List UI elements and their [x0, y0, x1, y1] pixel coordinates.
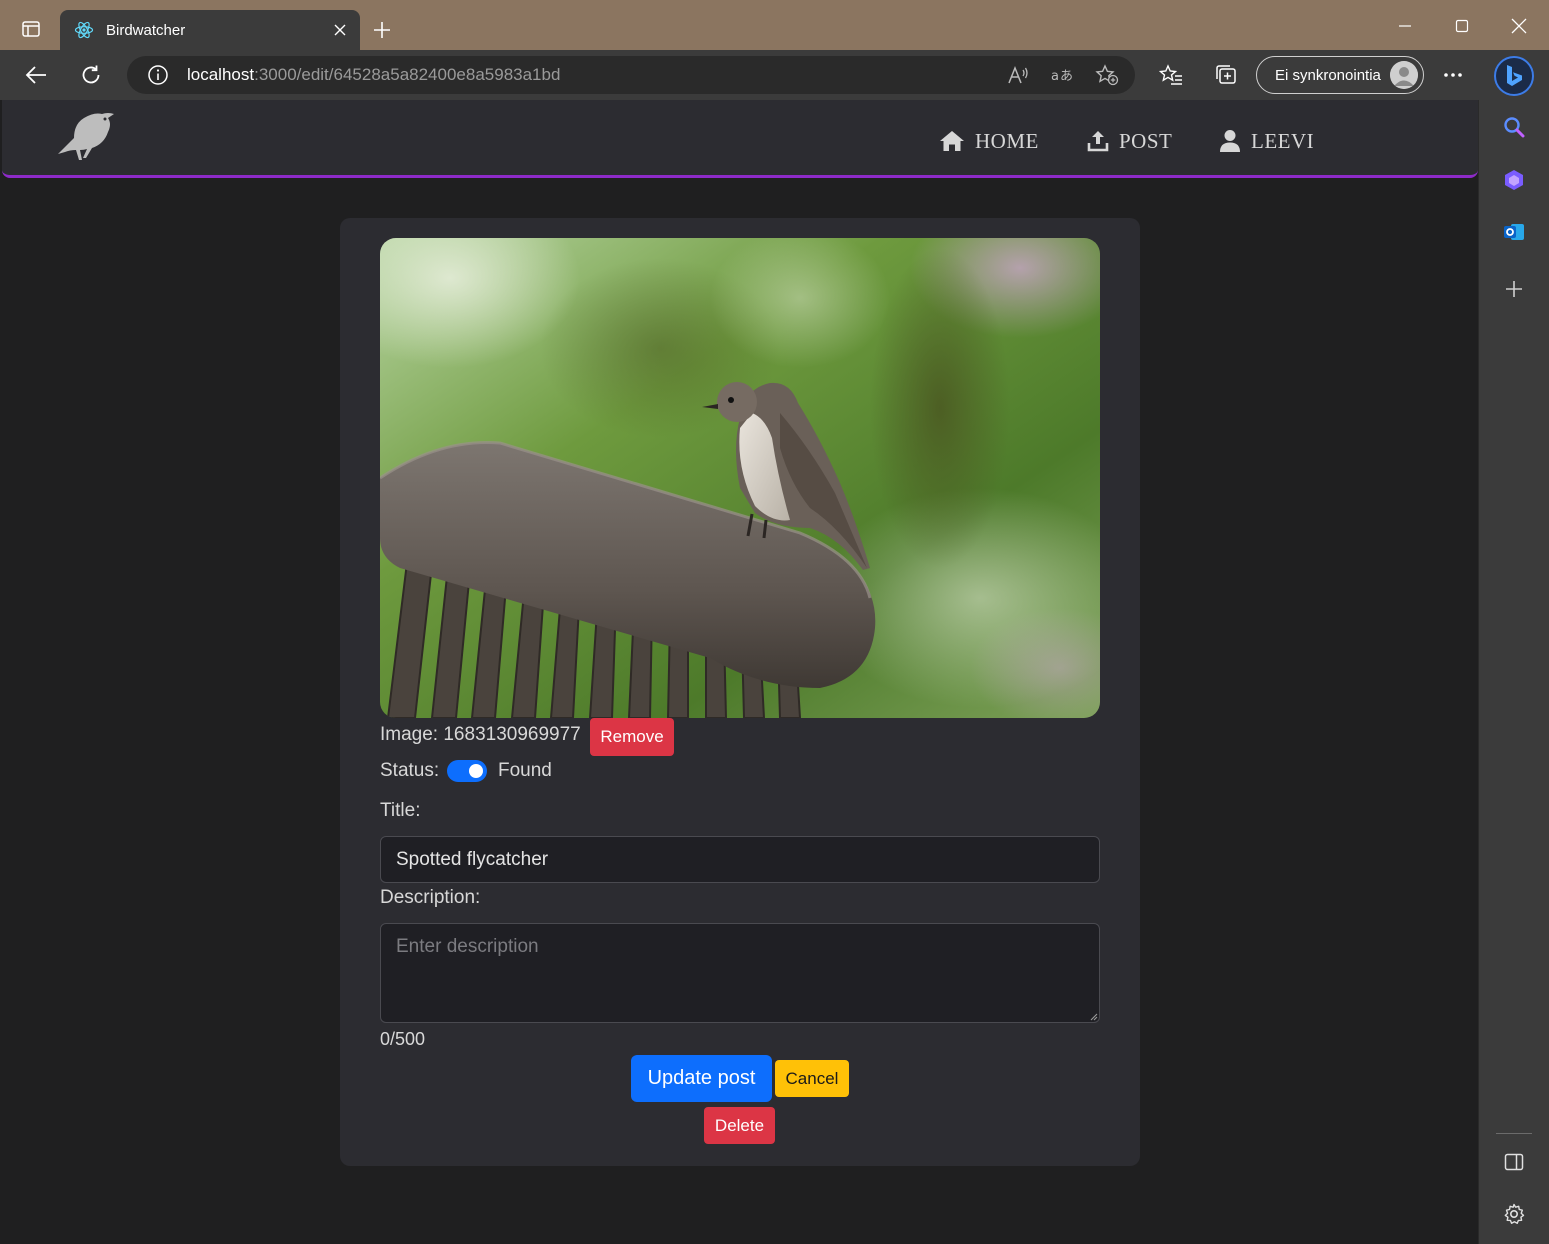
- plus-icon: [1506, 281, 1522, 297]
- sidebar-panel-icon: [1504, 1153, 1524, 1171]
- cancel-button[interactable]: Cancel: [775, 1060, 849, 1097]
- bird-logo-icon[interactable]: [50, 108, 116, 164]
- sidebar-settings-button[interactable]: [1500, 1200, 1528, 1228]
- status-toggle[interactable]: [447, 760, 487, 782]
- new-tab-button[interactable]: [368, 16, 396, 44]
- reload-icon: [82, 65, 100, 84]
- close-icon: [334, 24, 346, 36]
- sidebar-copilot-button[interactable]: [1500, 166, 1528, 194]
- collections-icon: [1216, 65, 1236, 84]
- browser-titlebar: Birdwatcher: [0, 0, 1549, 50]
- profile-avatar-icon: [1390, 61, 1418, 89]
- status-label: Status:: [380, 760, 440, 781]
- tab-actions-button[interactable]: [8, 11, 54, 47]
- app-navbar: HOME POST LEEVI: [2, 100, 1478, 178]
- sidebar-search-button[interactable]: [1500, 113, 1528, 141]
- bird-photo: [380, 238, 1100, 718]
- browser-tab[interactable]: Birdwatcher: [60, 10, 360, 50]
- tab-title: Birdwatcher: [106, 21, 186, 39]
- delete-button[interactable]: Delete: [704, 1107, 775, 1144]
- reload-button[interactable]: [74, 58, 108, 92]
- more-dots-icon: [1444, 73, 1462, 77]
- remove-image-button[interactable]: Remove: [590, 718, 674, 756]
- add-favorite-button[interactable]: [1095, 64, 1119, 86]
- maximize-icon: [1455, 19, 1469, 33]
- resize-handle-icon[interactable]: [1088, 1011, 1098, 1021]
- more-button[interactable]: [1436, 58, 1470, 92]
- nav-home-link[interactable]: HOME: [939, 124, 1039, 158]
- sidebar-divider: [1496, 1133, 1532, 1134]
- char-counter: 0/500: [380, 1029, 426, 1049]
- bing-chat-button[interactable]: [1494, 56, 1534, 96]
- title-label: Title:: [380, 800, 421, 821]
- sidebar-add-button[interactable]: [1500, 275, 1528, 303]
- outlook-icon: [1504, 224, 1524, 240]
- react-icon: [74, 21, 94, 39]
- tab-close-button[interactable]: [330, 20, 350, 40]
- address-bar[interactable]: localhost:3000/edit/64528a5a82400e8a5983…: [127, 56, 1135, 94]
- translate-button[interactable]: aあ: [1050, 64, 1074, 86]
- home-icon: [940, 131, 964, 151]
- back-arrow-icon: [25, 66, 46, 84]
- nav-user-label: LEEVI: [1251, 128, 1315, 153]
- minimize-icon: [1399, 25, 1411, 27]
- user-icon: [1220, 130, 1240, 152]
- back-button[interactable]: [19, 58, 53, 92]
- copilot-icon: [1505, 170, 1523, 190]
- gear-icon: [1504, 1203, 1525, 1224]
- nav-home-label: HOME: [975, 128, 1039, 153]
- svg-text:あ: あ: [1060, 69, 1073, 84]
- collections-button[interactable]: [1209, 58, 1243, 92]
- page-content: HOME POST LEEVI Image: 1683130969977 Rem…: [0, 100, 1478, 1244]
- sidebar-toggle-button[interactable]: [1500, 1148, 1528, 1176]
- close-icon: [1511, 18, 1527, 34]
- favorites-list-icon: [1159, 64, 1182, 85]
- sync-status-label: Ei synkronointia: [1275, 66, 1381, 84]
- bing-icon: [1507, 65, 1522, 86]
- svg-text:a: a: [1051, 69, 1059, 84]
- image-filename-label: Image: 1683130969977: [380, 724, 581, 745]
- nav-post-link[interactable]: POST: [1087, 124, 1172, 158]
- tab-actions-icon: [22, 21, 40, 37]
- profile-sync-button[interactable]: Ei synkronointia: [1256, 56, 1424, 94]
- read-aloud-icon: [1008, 65, 1028, 84]
- window-close-button[interactable]: [1496, 8, 1542, 44]
- toggle-knob: [469, 764, 483, 778]
- plus-icon: [374, 22, 390, 38]
- status-value: Found: [498, 760, 552, 781]
- edit-post-card: Image: 1683130969977 Remove Status: Foun…: [340, 218, 1140, 1166]
- url-text: localhost:3000/edit/64528a5a82400e8a5983…: [187, 65, 560, 85]
- url-path: :3000/edit/64528a5a82400e8a5983a1bd: [254, 65, 561, 84]
- edge-sidebar: [1478, 100, 1549, 1244]
- read-aloud-button[interactable]: [1006, 64, 1030, 86]
- nav-post-label: POST: [1119, 128, 1173, 153]
- maximize-button[interactable]: [1439, 8, 1485, 44]
- favorites-button[interactable]: [1154, 58, 1188, 92]
- info-icon[interactable]: [147, 64, 169, 86]
- title-input[interactable]: [380, 836, 1100, 883]
- description-label: Description:: [380, 887, 481, 908]
- description-input[interactable]: [380, 923, 1100, 1023]
- translate-icon: aあ: [1051, 69, 1073, 84]
- sidebar-outlook-button[interactable]: [1500, 218, 1528, 246]
- upload-icon: [1087, 131, 1109, 152]
- minimize-button[interactable]: [1382, 8, 1428, 44]
- search-icon: [1504, 117, 1525, 138]
- update-post-button[interactable]: Update post: [631, 1055, 772, 1102]
- url-host: localhost: [187, 65, 255, 84]
- nav-user-link[interactable]: LEEVI: [1219, 124, 1314, 158]
- star-add-icon: [1095, 64, 1119, 86]
